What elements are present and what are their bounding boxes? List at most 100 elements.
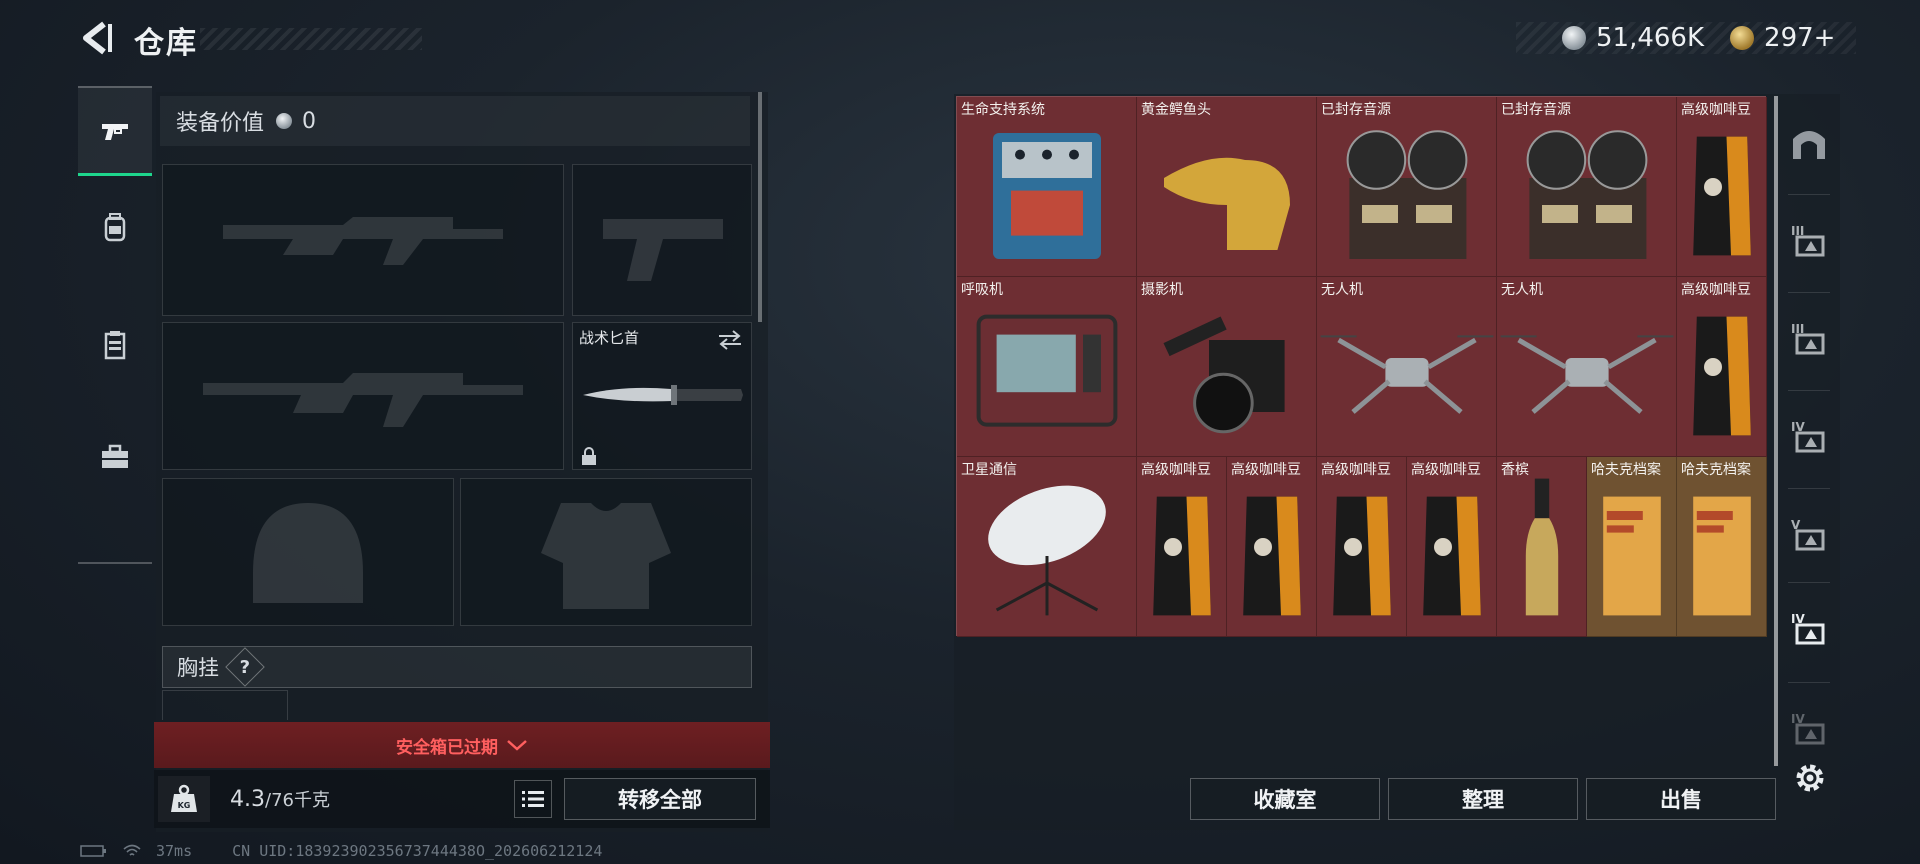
primary-weapon-slot[interactable] bbox=[162, 164, 564, 316]
stash-arch-icon[interactable] bbox=[1784, 118, 1834, 168]
stash-scrollbar[interactable] bbox=[1774, 96, 1778, 766]
stash-item[interactable]: 高级咖啡豆 bbox=[1407, 457, 1497, 637]
wifi-icon bbox=[123, 844, 141, 856]
stash-V-icon[interactable]: V bbox=[1784, 510, 1834, 560]
combat-knife-icon bbox=[583, 385, 743, 405]
rail-separator bbox=[1788, 194, 1830, 195]
secondary-weapon-slot[interactable] bbox=[162, 322, 564, 470]
list-view-button[interactable] bbox=[514, 780, 552, 818]
chest-rig-label: 胸挂 bbox=[177, 656, 219, 680]
stash-item[interactable]: 生命支持系统 bbox=[957, 97, 1137, 277]
stash-item[interactable]: 无人机 bbox=[1317, 277, 1497, 457]
stash-item[interactable]: 卫星通信 bbox=[957, 457, 1137, 637]
ping-value: 37ms bbox=[156, 842, 193, 860]
stash-item[interactable]: 高级咖啡豆 bbox=[1317, 457, 1407, 637]
satellite-dish-icon bbox=[988, 485, 1106, 616]
rifle-silhouette-icon bbox=[203, 373, 523, 427]
tab-backpack[interactable] bbox=[78, 182, 152, 272]
equipment-value: 0 bbox=[302, 108, 317, 134]
page-title: 仓库 bbox=[134, 26, 198, 61]
briefcase-icon bbox=[102, 444, 128, 468]
stash-item[interactable]: 摄影机 bbox=[1137, 277, 1317, 457]
sell-button[interactable]: 出售 bbox=[1586, 778, 1776, 820]
swap-icon[interactable] bbox=[717, 329, 743, 351]
stash-item[interactable]: 黄金鳄鱼头 bbox=[1137, 97, 1317, 277]
equipment-value-bar: 装备价值 0 bbox=[160, 96, 750, 146]
rail-separator bbox=[1788, 292, 1830, 293]
coffee-bag-icon bbox=[1693, 136, 1751, 256]
pistol-icon bbox=[102, 123, 128, 140]
stash-item[interactable]: 哈夫克档案 bbox=[1587, 457, 1677, 637]
reel-recorder-icon bbox=[1346, 130, 1468, 259]
help-badge[interactable]: ? bbox=[225, 647, 265, 687]
stash-item[interactable]: 呼吸机 bbox=[957, 277, 1137, 457]
stash-item[interactable]: 哈夫克档案 bbox=[1677, 457, 1767, 637]
rail-separator bbox=[1788, 682, 1830, 683]
clipboard-icon bbox=[104, 331, 126, 360]
stash-item[interactable]: 高级咖啡豆 bbox=[1227, 457, 1317, 637]
uid-text: CN UID:18392390235673744438O_20260621212… bbox=[232, 842, 603, 860]
file-folder-icon bbox=[1693, 496, 1751, 616]
tab-weapons[interactable] bbox=[78, 86, 152, 176]
stash-IV-icon[interactable]: IV bbox=[1784, 604, 1834, 654]
equipment-tabs bbox=[78, 86, 152, 570]
stash-III-icon[interactable]: III bbox=[1784, 314, 1834, 364]
stash-grid: 生命支持系统 黄金鳄鱼头 已封存音源 已封存音源 高级咖啡豆 呼吸机 摄影机 无人机 无人机 高级… bbox=[956, 96, 1767, 637]
organize-button[interactable]: 整理 bbox=[1388, 778, 1578, 820]
equipment-value-label: 装备价值 bbox=[176, 111, 265, 136]
coffee-bag-icon bbox=[1423, 496, 1481, 616]
stash-item[interactable]: 无人机 bbox=[1497, 277, 1677, 457]
svg-text:KG: KG bbox=[178, 801, 191, 810]
file-folder-icon bbox=[1603, 496, 1661, 616]
capacity-max: /76千克 bbox=[265, 790, 330, 811]
tab-case[interactable] bbox=[78, 412, 152, 502]
stash-item[interactable]: 高级咖啡豆 bbox=[1137, 457, 1227, 637]
pistol-silhouette-icon bbox=[603, 219, 723, 281]
stash-item[interactable]: 香槟 bbox=[1497, 457, 1587, 637]
tabs-bottom-line bbox=[78, 562, 152, 564]
stash-IV-icon[interactable]: IV bbox=[1784, 704, 1834, 754]
drone-icon bbox=[1500, 335, 1674, 414]
equipment-scrollbar[interactable] bbox=[758, 92, 762, 322]
silver-coin-icon bbox=[276, 113, 293, 129]
gold-currency-value: 297+ bbox=[1764, 23, 1836, 53]
champagne-icon bbox=[1525, 478, 1559, 616]
lock-icon bbox=[582, 447, 596, 465]
armor-slot[interactable] bbox=[460, 478, 752, 626]
gear-icon[interactable] bbox=[1790, 758, 1830, 798]
transfer-all-button[interactable]: 转移全部 bbox=[564, 778, 756, 820]
melee-slot[interactable]: 战术匕首 bbox=[572, 322, 752, 470]
stash-III-icon[interactable]: III bbox=[1784, 216, 1834, 266]
weight-icon: KG bbox=[158, 776, 210, 822]
safe-box-expired-label: 安全箱已过期 bbox=[396, 737, 498, 758]
rail-separator bbox=[1788, 390, 1830, 391]
ventilator-icon bbox=[976, 314, 1118, 427]
stash-item[interactable]: 高级咖啡豆 bbox=[1677, 97, 1767, 277]
chest-rig-bar[interactable]: 胸挂 ? bbox=[162, 646, 752, 688]
camera-icon bbox=[1163, 316, 1285, 434]
coffee-bag-icon bbox=[1243, 496, 1301, 616]
back-arrow-icon[interactable] bbox=[78, 18, 114, 58]
stash-item[interactable]: 已封存音源 bbox=[1317, 97, 1497, 277]
gold-coin-icon bbox=[1730, 26, 1755, 50]
coffee-bag-icon bbox=[1153, 496, 1211, 616]
coffee-bag-icon bbox=[1693, 316, 1751, 436]
life-support-icon bbox=[993, 133, 1101, 259]
chest-rig-slot[interactable] bbox=[162, 690, 288, 720]
collection-room-button[interactable]: 收藏室 bbox=[1190, 778, 1380, 820]
stash-item[interactable]: 已封存音源 bbox=[1497, 97, 1677, 277]
currency-bar: 51,466K 297+ bbox=[1516, 22, 1856, 54]
stash-IV-icon[interactable]: IV bbox=[1784, 412, 1834, 462]
stash-page-rail: III III IV V IV IV bbox=[1784, 104, 1834, 764]
drone-icon bbox=[1320, 335, 1494, 414]
stash-item[interactable]: 高级咖啡豆 bbox=[1677, 277, 1767, 457]
rail-separator bbox=[1788, 582, 1830, 583]
armor-silhouette-icon bbox=[541, 503, 671, 609]
tab-chest-rig[interactable] bbox=[78, 300, 152, 390]
pistol-slot[interactable] bbox=[572, 164, 752, 316]
safe-box-expired-banner[interactable]: 安全箱已过期 bbox=[154, 722, 770, 768]
rail-separator bbox=[1788, 488, 1830, 489]
reel-recorder-icon bbox=[1526, 130, 1648, 259]
helmet-slot[interactable] bbox=[162, 478, 454, 626]
backpack-icon bbox=[104, 213, 126, 242]
